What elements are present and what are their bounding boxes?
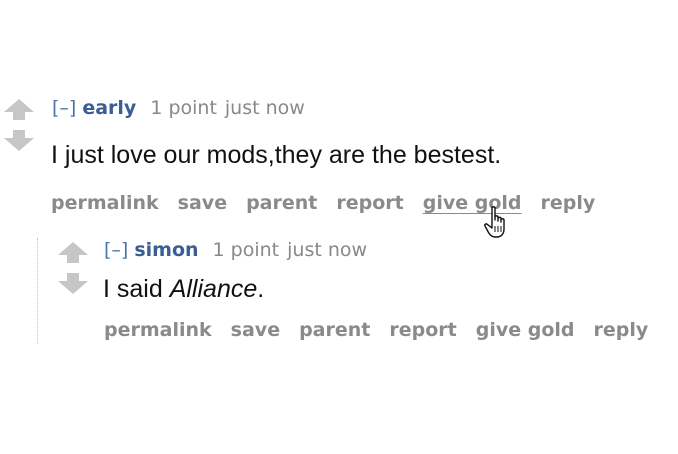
- comment-2-tagline: [–] simon 1 point just now: [104, 238, 367, 262]
- save-button[interactable]: save: [231, 318, 280, 342]
- comment-2-body: I said Alliance.: [103, 274, 264, 304]
- permalink-button[interactable]: permalink: [51, 191, 159, 215]
- parent-button[interactable]: parent: [246, 191, 317, 215]
- parent-button[interactable]: parent: [299, 318, 370, 342]
- score-label: 1 point: [150, 97, 217, 119]
- comment-text-emphasis: Alliance: [169, 275, 258, 303]
- report-button[interactable]: report: [389, 318, 456, 342]
- comment-text: I just love our mods,they are the bestes…: [51, 141, 502, 169]
- reply-button[interactable]: reply: [541, 191, 596, 215]
- comment-1-votes: [2, 97, 36, 153]
- give-gold-button[interactable]: give gold: [476, 318, 575, 342]
- permalink-button[interactable]: permalink: [104, 318, 212, 342]
- score-label: 1 point: [212, 239, 280, 261]
- comment-2-buttons: permalink save parent report give gold r…: [104, 318, 648, 342]
- comment-2-votes: [56, 240, 90, 296]
- report-button[interactable]: report: [336, 191, 403, 215]
- thread-indent-line: [37, 238, 38, 344]
- comment-1-body: I just love our mods,they are the bestes…: [51, 140, 501, 170]
- timestamp: just now: [224, 97, 305, 119]
- author-link[interactable]: early: [82, 97, 136, 119]
- comment-text: I said: [103, 275, 170, 303]
- upvote-arrow-icon[interactable]: [2, 97, 36, 121]
- timestamp: just now: [287, 239, 368, 261]
- comment-1-tagline: [–] early 1 point just now: [52, 96, 305, 120]
- downvote-arrow-icon[interactable]: [56, 272, 90, 296]
- collapse-toggle[interactable]: [–]: [104, 239, 128, 261]
- collapse-toggle[interactable]: [–]: [52, 97, 76, 119]
- downvote-arrow-icon[interactable]: [2, 129, 36, 153]
- save-button[interactable]: save: [178, 191, 227, 215]
- hand-pointer-cursor-icon: [484, 206, 505, 238]
- comment-1-buttons: permalink save parent report give gold r…: [51, 191, 595, 215]
- reply-button[interactable]: reply: [594, 318, 649, 342]
- upvote-arrow-icon[interactable]: [56, 240, 90, 264]
- comment-text-end: .: [257, 275, 265, 303]
- author-link[interactable]: simon: [134, 239, 198, 261]
- comment-thread: [–] early 1 point just now I just love our …: [0, 0, 678, 454]
